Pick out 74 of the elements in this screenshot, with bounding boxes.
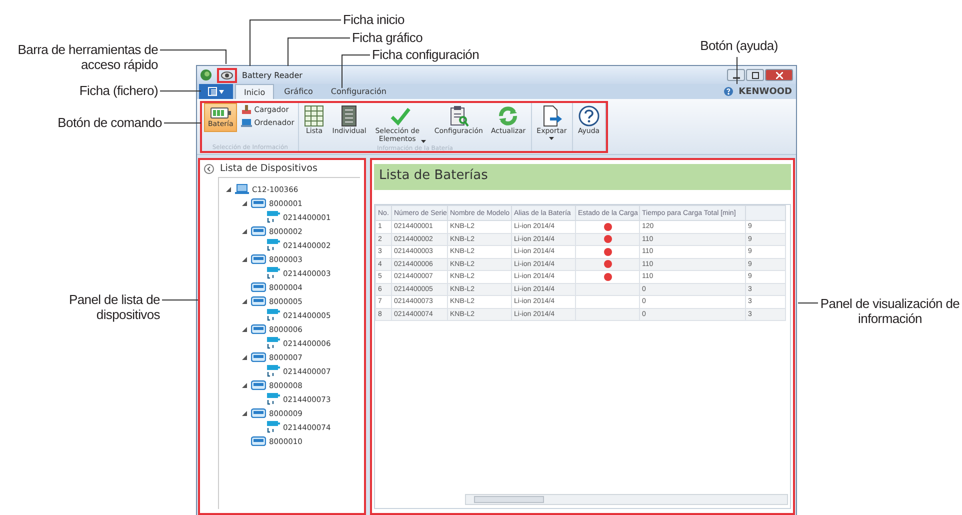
- close-button[interactable]: [765, 69, 793, 81]
- caret-icon: [549, 136, 554, 140]
- document-icon: [341, 105, 358, 127]
- callout-label: Ficha inicio: [343, 12, 406, 27]
- list-icon: [208, 87, 217, 96]
- expanded-arrow-icon[interactable]: [242, 354, 247, 360]
- charger-icon: [251, 282, 266, 292]
- maximize-icon: [752, 72, 758, 78]
- callout-label: Botón de comando: [56, 115, 162, 130]
- expanded-arrow-icon[interactable]: [242, 410, 247, 416]
- charger-icon: [251, 324, 266, 334]
- clipboard-icon: [448, 105, 469, 127]
- expanded-arrow-icon[interactable]: [242, 382, 247, 388]
- expanded-arrow-icon[interactable]: [242, 326, 247, 332]
- battery-icon: [267, 393, 280, 405]
- collapse-icon[interactable]: [204, 164, 214, 174]
- battery-icon: [210, 106, 232, 120]
- tab[interactable]: Inicio: [235, 84, 274, 99]
- battery-icon: [267, 211, 280, 223]
- callout-label: Barra de herramientas de acceso rápido: [16, 42, 158, 72]
- callout-label: Panel de lista de dispositivos: [68, 292, 160, 322]
- charger-icon: [251, 226, 266, 236]
- battery-icon: [267, 267, 280, 279]
- eye-icon[interactable]: [221, 70, 233, 80]
- file-menu-button[interactable]: [199, 84, 233, 99]
- battery-icon: [267, 309, 280, 321]
- callout-label: Ficha configuración: [372, 47, 480, 62]
- callout-label: Botón (ayuda): [699, 38, 779, 53]
- app-icon: [200, 69, 212, 81]
- refresh-icon: [497, 105, 520, 127]
- callout-label: Ficha (fichero): [78, 83, 158, 98]
- help-icon[interactable]: [724, 87, 733, 96]
- checkmark-icon: [389, 105, 412, 127]
- callout-label: Ficha gráfico: [352, 30, 424, 45]
- charger-icon: [241, 104, 252, 115]
- window-title: Battery Reader: [242, 70, 302, 80]
- callout-label: Panel de visualización de información: [820, 296, 960, 326]
- leader-line: [160, 90, 202, 92]
- leader-line: [736, 56, 738, 84]
- expanded-arrow-icon[interactable]: [242, 256, 247, 262]
- laptop-icon: [235, 184, 249, 194]
- maximize-button[interactable]: [746, 69, 764, 81]
- caret-icon: [421, 140, 426, 143]
- leader-line: [164, 122, 202, 124]
- help-icon: [578, 105, 600, 127]
- charger-icon: [251, 380, 266, 390]
- brand-name: KENWOOD: [738, 86, 792, 96]
- charger-icon: [251, 198, 266, 208]
- close-icon: [776, 72, 782, 78]
- charger-icon: [251, 352, 266, 362]
- horizontal-scrollbar[interactable]: [465, 494, 788, 505]
- charger-icon: [251, 408, 266, 418]
- battery-icon: [267, 337, 280, 349]
- expanded-arrow-icon[interactable]: [226, 186, 231, 192]
- charger-icon: [251, 436, 266, 446]
- charger-icon: [251, 254, 266, 264]
- caret-icon: [219, 90, 224, 94]
- panel-title: Lista de Baterías: [374, 164, 791, 190]
- panel-title: Lista de Dispositivos: [220, 163, 318, 174]
- export-icon: [542, 105, 562, 127]
- expanded-arrow-icon[interactable]: [242, 298, 247, 304]
- tab[interactable]: Gráfico: [276, 84, 321, 99]
- charger-icon: [251, 296, 266, 306]
- table-icon: [304, 105, 324, 127]
- battery-icon: [267, 239, 280, 251]
- monitor-icon: [241, 117, 252, 128]
- minimize-button[interactable]: [727, 69, 745, 81]
- battery-icon: [267, 365, 280, 377]
- battery-icon: [267, 421, 280, 433]
- leader-line: [798, 302, 818, 304]
- expanded-arrow-icon[interactable]: [242, 200, 247, 206]
- tab[interactable]: Configuración: [322, 84, 394, 99]
- expanded-arrow-icon[interactable]: [242, 228, 247, 234]
- leader-line: [160, 50, 226, 64]
